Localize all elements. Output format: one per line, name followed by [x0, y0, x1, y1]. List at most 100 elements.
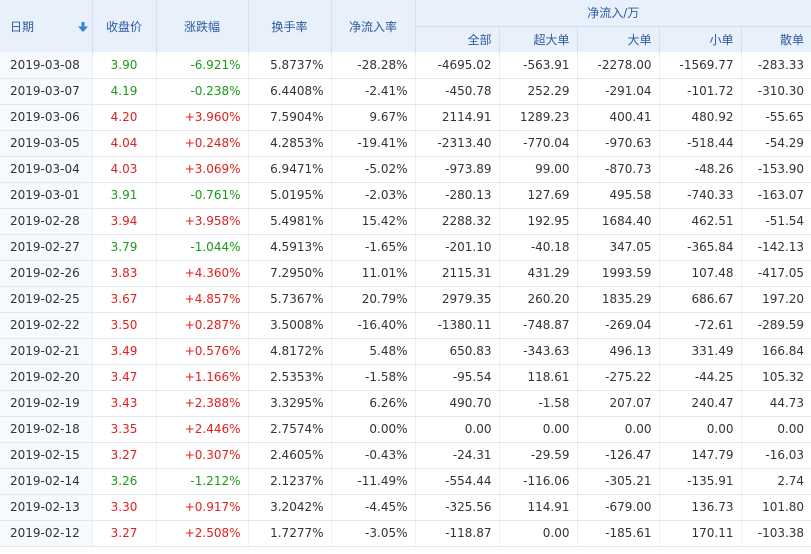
- cell-date: 2019-03-08: [0, 52, 93, 79]
- cell-inflow-all: 2288.32: [415, 208, 500, 235]
- table-row[interactable]: 2019-02-28 3.94 +3.958% 5.4981% 15.42% 2288.3…: [0, 208, 811, 235]
- cell-inflow-small: 107.48: [659, 260, 742, 287]
- cell-inflow-small: -72.61: [659, 312, 742, 339]
- cell-date: 2019-02-14: [0, 468, 93, 495]
- cell-inflow-retail: 2.74: [741, 468, 811, 495]
- column-header-inflow-ratio[interactable]: 净流入率: [331, 0, 416, 52]
- cell-inflow-large: 400.41: [577, 104, 660, 131]
- cell-inflow-ratio: -3.05%: [331, 520, 416, 547]
- cell-change: -0.761%: [156, 182, 249, 209]
- column-header-date[interactable]: 日期: [0, 0, 93, 52]
- cell-date: 2019-02-28: [0, 208, 93, 235]
- cell-inflow-small: 147.79: [659, 442, 742, 469]
- cell-inflow-all: -554.44: [415, 468, 500, 495]
- cell-inflow-all: 490.70: [415, 390, 500, 417]
- cell-turnover: 5.0195%: [248, 182, 332, 209]
- table-row[interactable]: 2019-03-01 3.91 -0.761% 5.0195% -2.03% -280.1…: [0, 182, 811, 209]
- cell-inflow-retail: -310.30: [741, 78, 811, 105]
- cell-close: 4.20: [92, 104, 157, 131]
- table-row[interactable]: 2019-03-06 4.20 +3.960% 7.5904% 9.67% 2114.91…: [0, 104, 811, 131]
- cell-inflow-small: -48.26: [659, 156, 742, 183]
- table-row[interactable]: 2019-02-27 3.79 -1.044% 4.5913% -1.65% -201.1…: [0, 234, 811, 261]
- cell-inflow-extra-large: -29.59: [499, 442, 578, 469]
- cell-inflow-extra-large: 260.20: [499, 286, 578, 313]
- cell-close: 3.90: [92, 52, 157, 79]
- cell-inflow-ratio: -28.28%: [331, 52, 416, 79]
- table-row[interactable]: 2019-02-14 3.26 -1.212% 2.1237% -11.49% -554.…: [0, 468, 811, 495]
- table-row[interactable]: 2019-02-21 3.49 +0.576% 4.8172% 5.48% 650.83-…: [0, 338, 811, 365]
- cell-inflow-ratio: 20.79%: [331, 286, 416, 313]
- column-header-small[interactable]: 小单: [659, 26, 742, 52]
- cell-inflow-extra-large: 114.91: [499, 494, 578, 521]
- column-header-extra-large[interactable]: 超大单: [499, 26, 578, 52]
- cell-inflow-extra-large: 252.29: [499, 78, 578, 105]
- cell-date: 2019-02-21: [0, 338, 93, 365]
- cell-inflow-all: -201.10: [415, 234, 500, 261]
- cell-date: 2019-02-25: [0, 286, 93, 313]
- table-row[interactable]: 2019-03-07 4.19 -0.238% 6.4408% -2.41% -450.7…: [0, 78, 811, 105]
- table-row[interactable]: 2019-02-26 3.83 +4.360% 7.2950% 11.01% 2115.3…: [0, 260, 811, 287]
- table-row[interactable]: 2019-03-04 4.03 +3.069% 6.9471% -5.02% -973.8…: [0, 156, 811, 183]
- cell-inflow-small: -518.44: [659, 130, 742, 157]
- cell-turnover: 3.3295%: [248, 390, 332, 417]
- column-header-large[interactable]: 大单: [577, 26, 660, 52]
- cell-inflow-all: -2313.40: [415, 130, 500, 157]
- cell-inflow-ratio: -19.41%: [331, 130, 416, 157]
- cell-turnover: 2.7574%: [248, 416, 332, 443]
- table-row[interactable]: 2019-03-08 3.90 -6.921% 5.8737% -28.28% -4695…: [0, 52, 811, 79]
- cell-close: 3.35: [92, 416, 157, 443]
- cell-inflow-retail: -51.54: [741, 208, 811, 235]
- cell-close: 3.43: [92, 390, 157, 417]
- column-header-close[interactable]: 收盘价: [92, 0, 157, 52]
- cell-date: 2019-02-22: [0, 312, 93, 339]
- cell-inflow-extra-large: 1289.23: [499, 104, 578, 131]
- cell-turnover: 2.5353%: [248, 364, 332, 391]
- cell-inflow-large: -305.21: [577, 468, 660, 495]
- cell-inflow-retail: 101.80: [741, 494, 811, 521]
- cell-turnover: 5.7367%: [248, 286, 332, 313]
- cell-inflow-small: -365.84: [659, 234, 742, 261]
- table-row[interactable]: 2019-02-20 3.47 +1.166% 2.5353% -1.58% -95.54…: [0, 364, 811, 391]
- column-header-retail[interactable]: 散单: [741, 26, 811, 52]
- column-header-turnover[interactable]: 换手率: [248, 0, 332, 52]
- cell-date: 2019-02-15: [0, 442, 93, 469]
- cell-close: 3.50: [92, 312, 157, 339]
- table-row[interactable]: 2019-02-25 3.67 +4.857% 5.7367% 20.79% 2979.3…: [0, 286, 811, 313]
- table-body: 2019-03-08 3.90 -6.921% 5.8737% -28.28% -4695…: [0, 52, 811, 547]
- cell-turnover: 5.4981%: [248, 208, 332, 235]
- table-row[interactable]: 2019-02-22 3.50 +0.287% 3.5008% -16.40% -1380…: [0, 312, 811, 339]
- table-row[interactable]: 2019-03-05 4.04 +0.248% 4.2853% -19.41% -2313…: [0, 130, 811, 157]
- cell-inflow-all: 2114.91: [415, 104, 500, 131]
- cell-turnover: 1.7277%: [248, 520, 332, 547]
- cell-turnover: 2.4605%: [248, 442, 332, 469]
- cell-change: +0.307%: [156, 442, 249, 469]
- cell-inflow-small: -1569.77: [659, 52, 742, 79]
- cell-inflow-retail: -142.13: [741, 234, 811, 261]
- table-row[interactable]: 2019-02-19 3.43 +2.388% 3.3295% 6.26% 490.70-…: [0, 390, 811, 417]
- cell-inflow-all: 0.00: [415, 416, 500, 443]
- cell-inflow-all: 2115.31: [415, 260, 500, 287]
- cell-inflow-all: -973.89: [415, 156, 500, 183]
- table-row[interactable]: 2019-02-15 3.27 +0.307% 2.4605% -0.43% -24.31…: [0, 442, 811, 469]
- cell-inflow-small: 0.00: [659, 416, 742, 443]
- cell-date: 2019-02-18: [0, 416, 93, 443]
- cell-change: +3.069%: [156, 156, 249, 183]
- cell-inflow-ratio: -0.43%: [331, 442, 416, 469]
- cell-inflow-extra-large: 0.00: [499, 520, 578, 547]
- sort-down-arrow-icon[interactable]: [77, 21, 88, 32]
- cell-turnover: 4.5913%: [248, 234, 332, 261]
- cell-turnover: 4.8172%: [248, 338, 332, 365]
- cell-change: +0.576%: [156, 338, 249, 365]
- cell-change: +2.446%: [156, 416, 249, 443]
- cell-date: 2019-02-20: [0, 364, 93, 391]
- column-header-all[interactable]: 全部: [415, 26, 500, 52]
- table-row[interactable]: 2019-02-13 3.30 +0.917% 3.2042% -4.45% -325.5…: [0, 494, 811, 521]
- table-row[interactable]: 2019-02-18 3.35 +2.446% 2.7574% 0.00% 0.00 0.0…: [0, 416, 811, 443]
- cell-inflow-extra-large: -40.18: [499, 234, 578, 261]
- cell-inflow-retail: -55.65: [741, 104, 811, 131]
- cell-inflow-ratio: -5.02%: [331, 156, 416, 183]
- table-row[interactable]: 2019-02-12 3.27 +2.508% 1.7277% -3.05% -118.8…: [0, 520, 811, 547]
- cell-change: +0.287%: [156, 312, 249, 339]
- cell-inflow-retail: -417.05: [741, 260, 811, 287]
- column-header-change[interactable]: 涨跌幅: [156, 0, 249, 52]
